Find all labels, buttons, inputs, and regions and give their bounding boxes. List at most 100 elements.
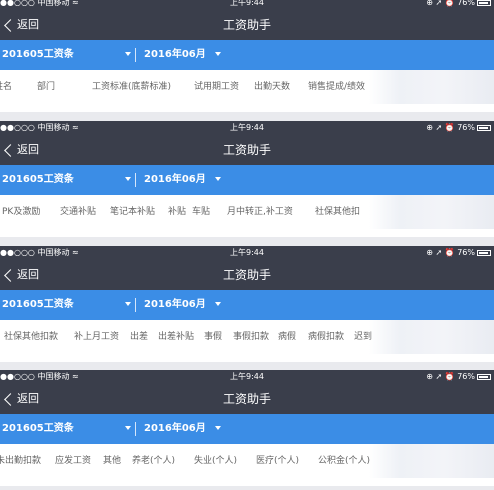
screen-panel: ●●○○○ 中国移动 ≈ 上午9:44 ⊕ ➚ ⏰ 76% 返回 工资助手 20… [0, 0, 494, 112]
status-bar: ●●○○○ 中国移动 ≈ 上午9:44 ⊕ ➚ ⏰ 76% [0, 121, 494, 135]
blurred-region [369, 320, 494, 354]
column-header[interactable]: 月中转正,补工资 [227, 195, 293, 229]
column-header[interactable]: 补贴 [168, 195, 186, 229]
nav-bar: 返回 工资助手 [0, 135, 494, 165]
payslip-select[interactable]: 201605工资条 [2, 414, 132, 444]
column-header[interactable]: 出勤天数 [254, 70, 290, 104]
screen-panel: ●●○○○ 中国移动 ≈ 上午9:44 ⊕ ➚ ⏰ 76% 返回 工资助手 20… [0, 121, 494, 237]
battery-icon [477, 125, 491, 131]
column-header[interactable]: 病假扣款 [308, 320, 344, 354]
chevron-down-icon [125, 52, 132, 56]
column-header[interactable]: 其他 [103, 444, 121, 478]
column-header[interactable]: 养老(个人) [132, 444, 175, 478]
month-select-value: 2016年06月 [144, 423, 206, 434]
month-select-value: 2016年06月 [144, 174, 206, 185]
month-select[interactable]: 2016年06月 [144, 414, 222, 444]
column-header[interactable]: 医疗(个人) [256, 444, 299, 478]
column-header[interactable]: 工资标准(底薪标准) [92, 70, 171, 104]
column-header[interactable]: 事假扣款 [233, 320, 269, 354]
column-header[interactable]: 试用期工资 [194, 70, 239, 104]
column-header[interactable]: 应发工资 [55, 444, 91, 478]
column-header[interactable]: 交通补贴 [60, 195, 96, 229]
payslip-select-value: 201605工资条 [2, 174, 74, 185]
payslip-select-value: 201605工资条 [2, 423, 74, 434]
divider [135, 298, 136, 312]
payslip-select[interactable]: 201605工资条 [2, 290, 132, 320]
column-header[interactable]: 姓名 [0, 70, 12, 104]
nav-bar: 返回 工资助手 [0, 10, 494, 40]
chevron-down-icon [125, 177, 132, 181]
month-select[interactable]: 2016年06月 [144, 165, 222, 195]
status-glyphs: ⊕ ➚ ⏰ [426, 372, 455, 381]
status-glyphs: ⊕ ➚ ⏰ [426, 123, 455, 132]
column-header[interactable]: 销售提成/绩效 [308, 70, 365, 104]
divider [135, 48, 136, 62]
blurred-region [369, 195, 494, 229]
page-title: 工资助手 [222, 143, 271, 157]
column-header[interactable]: 车贴 [192, 195, 210, 229]
chevron-down-icon [125, 302, 132, 306]
column-header[interactable]: 公积金(个人) [318, 444, 370, 478]
column-header[interactable]: PK及激励 [2, 195, 40, 229]
battery-percent: 76% [457, 123, 475, 132]
status-bar: ●●○○○ 中国移动 ≈ 上午9:44 ⊕ ➚ ⏰ 76% [0, 246, 494, 260]
column-header[interactable]: 事假 [204, 320, 222, 354]
status-icons: ⊕ ➚ ⏰ 76% [426, 246, 491, 260]
battery-icon [477, 250, 491, 256]
page-title: 工资助手 [222, 392, 271, 406]
battery-percent: 76% [457, 248, 475, 257]
payslip-select-value: 201605工资条 [2, 49, 74, 60]
clock: 上午9:44 [230, 0, 264, 7]
column-header[interactable]: 出差补贴 [158, 320, 194, 354]
nav-bar: 返回 工资助手 [0, 260, 494, 290]
divider [135, 422, 136, 436]
blurred-region [369, 70, 494, 104]
filter-bar: 201605工资条 2016年06月 [0, 414, 494, 444]
month-select-value: 2016年06月 [144, 299, 206, 310]
divider [135, 173, 136, 187]
column-header[interactable]: 社保其他扣款 [4, 320, 58, 354]
month-select[interactable]: 2016年06月 [144, 290, 222, 320]
screen-panel: ●●○○○ 中国移动 ≈ 上午9:44 ⊕ ➚ ⏰ 76% 返回 工资助手 20… [0, 370, 494, 486]
payslip-select[interactable]: 201605工资条 [2, 165, 132, 195]
filter-bar: 201605工资条 2016年06月 [0, 165, 494, 195]
column-header[interactable]: 社保其他扣 [315, 195, 360, 229]
chevron-down-icon [125, 426, 132, 430]
month-select[interactable]: 2016年06月 [144, 40, 222, 70]
clock: 上午9:44 [230, 123, 264, 132]
column-header[interactable]: 未出勤扣款 [0, 444, 41, 478]
status-icons: ⊕ ➚ ⏰ 76% [426, 121, 491, 135]
nav-bar: 返回 工资助手 [0, 384, 494, 414]
battery-icon [477, 0, 491, 6]
column-header[interactable]: 失业(个人) [194, 444, 237, 478]
status-icons: ⊕ ➚ ⏰ 76% [426, 370, 491, 384]
column-header[interactable]: 笔记本补贴 [110, 195, 155, 229]
page-title: 工资助手 [222, 18, 271, 32]
blurred-region [369, 444, 494, 478]
chevron-down-icon [215, 302, 222, 306]
column-header[interactable]: 补上月工资 [74, 320, 119, 354]
chevron-down-icon [215, 426, 222, 430]
payslip-select-value: 201605工资条 [2, 299, 74, 310]
status-icons: ⊕ ➚ ⏰ 76% [426, 0, 491, 10]
status-bar: ●●○○○ 中国移动 ≈ 上午9:44 ⊕ ➚ ⏰ 76% [0, 0, 494, 10]
filter-bar: 201605工资条 2016年06月 [0, 40, 494, 70]
column-header[interactable]: 病假 [278, 320, 296, 354]
month-select-value: 2016年06月 [144, 49, 206, 60]
page-title: 工资助手 [222, 268, 271, 282]
status-glyphs: ⊕ ➚ ⏰ [426, 248, 455, 257]
status-bar: ●●○○○ 中国移动 ≈ 上午9:44 ⊕ ➚ ⏰ 76% [0, 370, 494, 384]
status-glyphs: ⊕ ➚ ⏰ [426, 0, 455, 7]
column-header[interactable]: 部门 [37, 70, 55, 104]
battery-percent: 76% [457, 372, 475, 381]
filter-bar: 201605工资条 2016年06月 [0, 290, 494, 320]
chevron-down-icon [215, 52, 222, 56]
payslip-select[interactable]: 201605工资条 [2, 40, 132, 70]
clock: 上午9:44 [230, 248, 264, 257]
clock: 上午9:44 [230, 372, 264, 381]
battery-percent: 76% [457, 0, 475, 7]
chevron-down-icon [215, 177, 222, 181]
battery-icon [477, 374, 491, 380]
column-header[interactable]: 出差 [130, 320, 148, 354]
screen-panel: ●●○○○ 中国移动 ≈ 上午9:44 ⊕ ➚ ⏰ 76% 返回 工资助手 20… [0, 246, 494, 362]
